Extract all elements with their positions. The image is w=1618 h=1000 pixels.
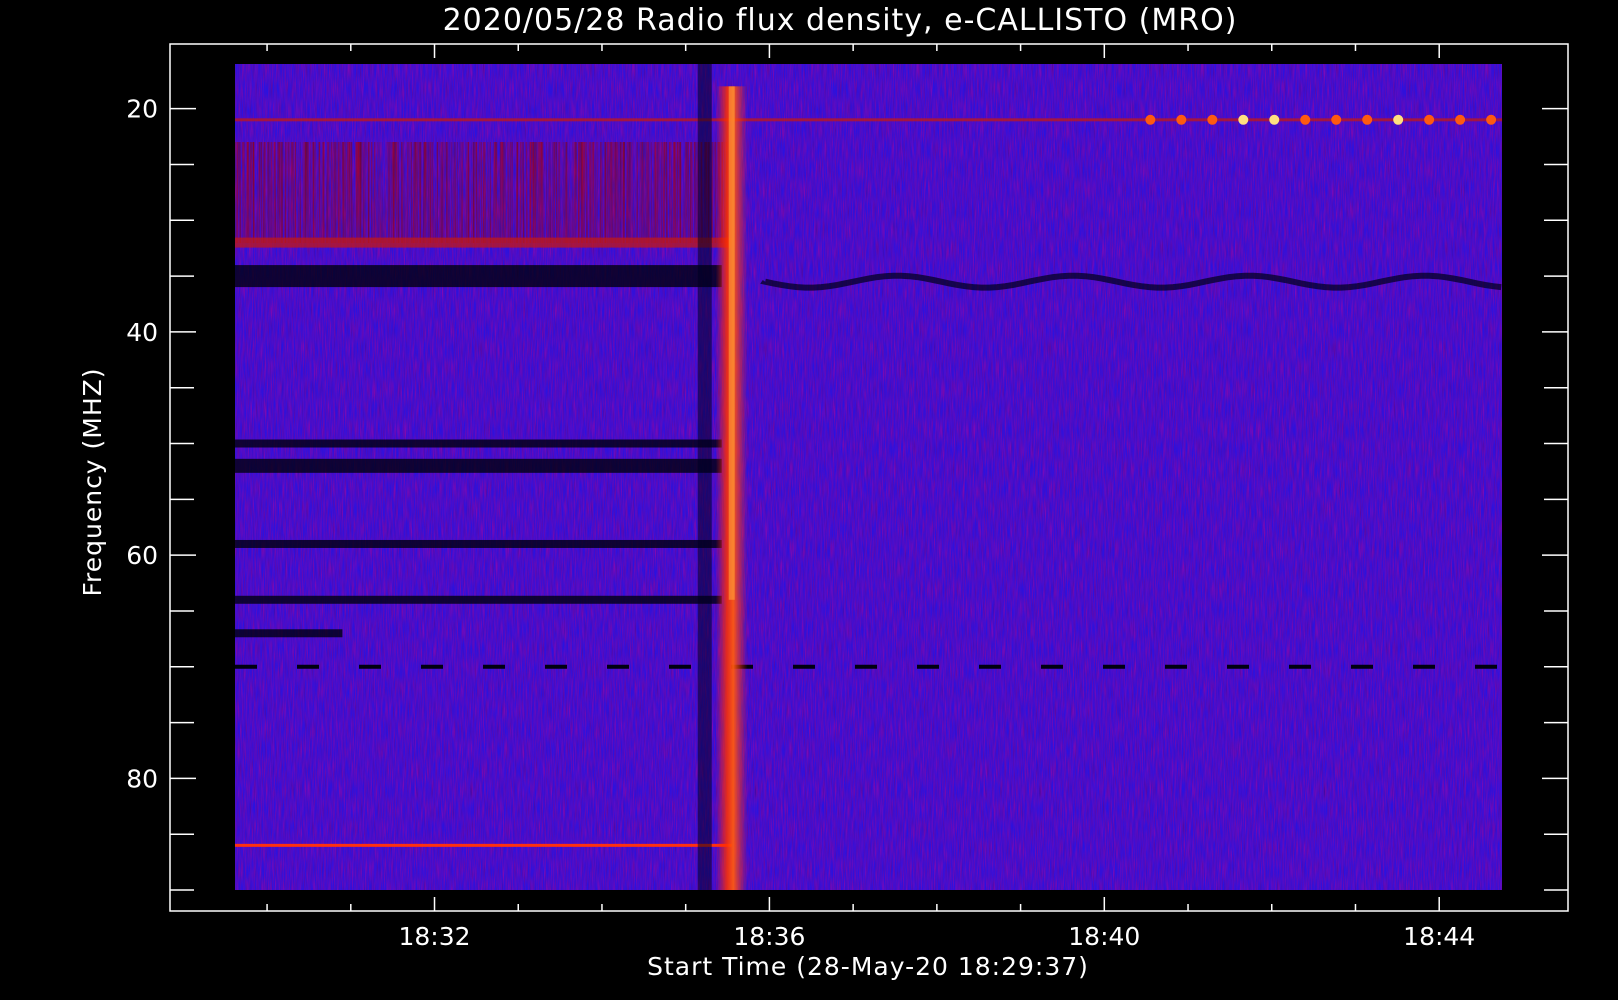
- x-tick-label: 18:32: [398, 922, 470, 951]
- burst-core: [728, 86, 735, 600]
- bright-spot: [1145, 114, 1156, 125]
- x-tick-label: 18:44: [1403, 922, 1475, 951]
- bright-spot: [1331, 114, 1342, 125]
- bright-spot: [1486, 114, 1497, 125]
- bright-spot: [1176, 114, 1187, 125]
- dark-band: [235, 595, 722, 604]
- spectrogram-chart: 2020/05/28 Radio flux density, e-CALLIST…: [78, 3, 1569, 981]
- x-tick-label: 18:36: [733, 922, 805, 951]
- y-tick-label: 60: [126, 541, 158, 570]
- heatmap-stripes: [235, 142, 732, 243]
- bright-band: [235, 843, 732, 847]
- bright-spot: [1207, 114, 1218, 125]
- y-tick-label: 40: [126, 318, 158, 347]
- bright-spot: [1424, 114, 1435, 125]
- bright-spot: [1455, 114, 1466, 125]
- bright-spot: [1238, 114, 1249, 125]
- spectrogram-heatmap: [235, 64, 1502, 890]
- dark-band: [235, 458, 722, 473]
- chart-title: 2020/05/28 Radio flux density, e-CALLIST…: [443, 3, 1238, 38]
- bright-spot: [1269, 114, 1280, 125]
- x-tick-label: 18:40: [1068, 922, 1140, 951]
- dark-band: [235, 265, 722, 288]
- y-tick-label: 80: [126, 764, 158, 793]
- bright-band: [235, 237, 732, 248]
- dark-band: [235, 439, 722, 448]
- bright-spot: [1393, 114, 1404, 125]
- x-axis-label: Start Time (28-May-20 18:29:37): [647, 952, 1089, 981]
- y-axis-label: Frequency (MHZ): [78, 367, 107, 596]
- burst-dark-edge: [697, 64, 712, 890]
- bright-spot: [1300, 114, 1311, 125]
- bright-band: [235, 118, 1502, 122]
- dark-band: [235, 629, 343, 638]
- y-tick-label: 20: [126, 95, 158, 124]
- dark-band: [235, 539, 722, 548]
- bright-spot: [1362, 114, 1373, 125]
